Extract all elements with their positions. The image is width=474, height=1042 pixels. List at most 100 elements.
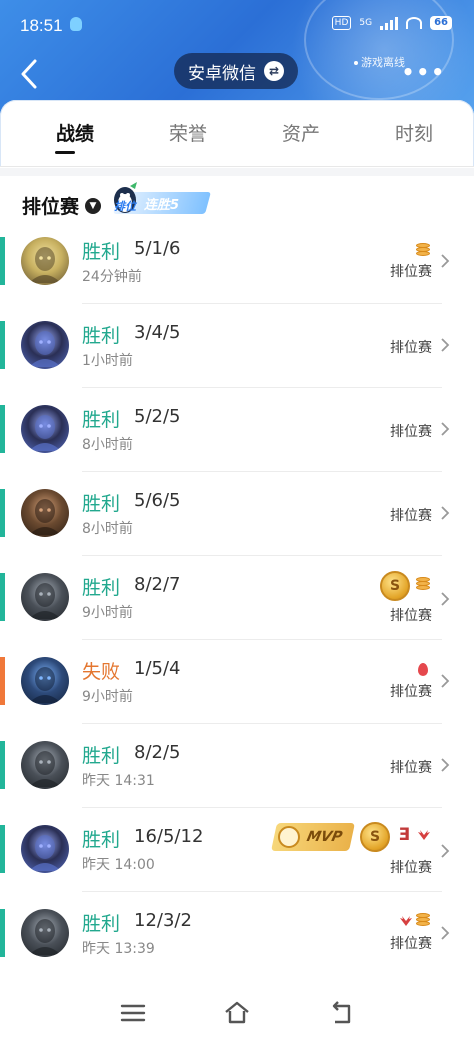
result-indicator-bar	[0, 237, 5, 285]
hero-portrait-icon	[29, 583, 61, 619]
match-row[interactable]: 胜利 5/6/5 8小时前 排位赛	[0, 489, 474, 573]
kda-score: 5/1/6	[134, 238, 181, 259]
wifi-icon	[406, 17, 423, 29]
result-indicator-bar	[0, 909, 5, 957]
coin-icon	[416, 913, 430, 926]
match-row[interactable]: 胜利 5/1/6 24分钟前 排位赛	[0, 237, 474, 321]
match-time: 9小时前	[82, 605, 133, 621]
hero-avatar	[21, 741, 69, 789]
tab-record[interactable]: 战绩	[35, 119, 115, 146]
more-options-button[interactable]: •••	[402, 60, 446, 84]
home-icon[interactable]	[222, 1000, 252, 1026]
back-nav-icon[interactable]	[327, 1000, 357, 1026]
status-bar: 18:51 HD 5G 66	[0, 0, 474, 50]
chevron-right-icon	[440, 673, 452, 688]
coin-icon	[416, 243, 430, 256]
match-type: 排位赛	[390, 684, 432, 700]
status-icons: HD 5G 66	[331, 16, 452, 30]
back-button[interactable]	[18, 58, 46, 89]
result-indicator-bar	[0, 573, 5, 621]
chevron-right-icon	[441, 254, 450, 268]
match-row[interactable]: 胜利 12/3/2 昨天 13:39 排位赛	[0, 909, 474, 993]
qq-notification-icon	[70, 17, 82, 31]
row-divider	[82, 303, 442, 304]
mvp-badge-icon: MVP	[271, 823, 355, 851]
status-time: 18:51	[20, 16, 63, 35]
blood-drop-icon	[418, 663, 428, 676]
hero-avatar	[21, 489, 69, 537]
tab-active-indicator	[55, 151, 75, 154]
row-divider	[82, 471, 442, 472]
mode-title: 排位赛	[22, 196, 80, 218]
result-indicator-bar	[0, 741, 5, 789]
row-divider	[82, 723, 442, 724]
match-type: 排位赛	[390, 608, 432, 624]
battery-icon: 66	[430, 16, 452, 30]
wings-icon	[418, 830, 430, 840]
chevron-right-icon	[440, 337, 452, 352]
chevron-right-icon	[440, 925, 452, 940]
kda-score: 1/5/4	[134, 658, 181, 679]
wings-icon	[416, 829, 432, 841]
chevron-right-icon	[441, 338, 450, 352]
match-type: 排位赛	[390, 340, 432, 356]
match-row[interactable]: 胜利 8/2/7 9小时前 排位赛 S	[0, 571, 474, 657]
win-streak-badge: 排位 连胜5	[110, 180, 211, 218]
tab-moments[interactable]: 时刻	[374, 119, 454, 146]
match-result: 胜利	[82, 493, 121, 515]
ranked-small-label: 排位	[114, 200, 136, 213]
match-result: 胜利	[82, 325, 121, 347]
hero-portrait-icon	[29, 247, 61, 283]
match-row[interactable]: 胜利 5/2/5 8小时前 排位赛	[0, 405, 474, 489]
match-row[interactable]: 失败 1/5/4 9小时前 排位赛	[0, 657, 474, 741]
match-time: 昨天 14:00	[82, 857, 155, 873]
result-indicator-bar	[0, 657, 5, 705]
hero-avatar	[21, 573, 69, 621]
tab-assets[interactable]: 资产	[261, 119, 341, 146]
offline-label: 游戏离线	[361, 56, 405, 69]
hero-portrait-icon	[29, 835, 61, 871]
match-row[interactable]: 胜利 8/2/5 昨天 14:31 排位赛	[0, 741, 474, 825]
coin-icon	[416, 577, 430, 590]
mvp-star-icon	[278, 826, 300, 848]
hero-avatar	[21, 321, 69, 369]
match-time: 8小时前	[82, 437, 133, 453]
match-result: 胜利	[82, 241, 121, 263]
chevron-right-icon	[441, 592, 450, 606]
hero-avatar	[21, 237, 69, 285]
match-time: 昨天 13:39	[82, 941, 155, 957]
tab-honor[interactable]: 荣誉	[148, 119, 228, 146]
match-type: 排位赛	[390, 424, 432, 440]
kda-score: 8/2/5	[134, 742, 181, 763]
signal-icon	[380, 16, 399, 30]
match-row[interactable]: 胜利 3/4/5 1小时前 排位赛	[0, 321, 474, 405]
network-type: 5G	[359, 18, 373, 28]
hero-avatar	[21, 657, 69, 705]
result-indicator-bar	[0, 405, 5, 453]
gold-medal-icon: S	[380, 571, 410, 601]
result-indicator-bar	[0, 825, 5, 873]
chevron-right-icon	[440, 505, 452, 520]
mode-selector[interactable]: 排位赛 ▼	[22, 192, 102, 219]
chevron-right-icon	[441, 844, 450, 858]
chevron-right-icon	[440, 757, 452, 772]
chevron-right-icon	[441, 674, 450, 688]
match-result: 胜利	[82, 577, 121, 599]
chevron-right-icon	[441, 422, 450, 436]
system-nav-bar	[0, 990, 474, 1042]
chevron-right-icon	[441, 506, 450, 520]
match-time: 24分钟前	[82, 269, 142, 285]
match-type: 排位赛	[390, 936, 432, 952]
match-row[interactable]: 胜利 16/5/12 昨天 14:00 排位赛 MVP S Ǝ	[0, 822, 474, 909]
chevron-right-icon	[441, 758, 450, 772]
section-divider	[0, 168, 474, 176]
menu-icon[interactable]	[118, 1000, 148, 1026]
hero-portrait-icon	[29, 751, 61, 787]
result-indicator-bar	[0, 489, 5, 537]
hero-avatar	[21, 405, 69, 453]
chevron-right-icon	[440, 421, 452, 436]
row-divider	[82, 807, 442, 808]
streak-label: 连胜5	[144, 198, 180, 213]
account-switcher[interactable]: 安卓微信 ⇄	[174, 53, 298, 89]
match-time: 8小时前	[82, 521, 133, 537]
